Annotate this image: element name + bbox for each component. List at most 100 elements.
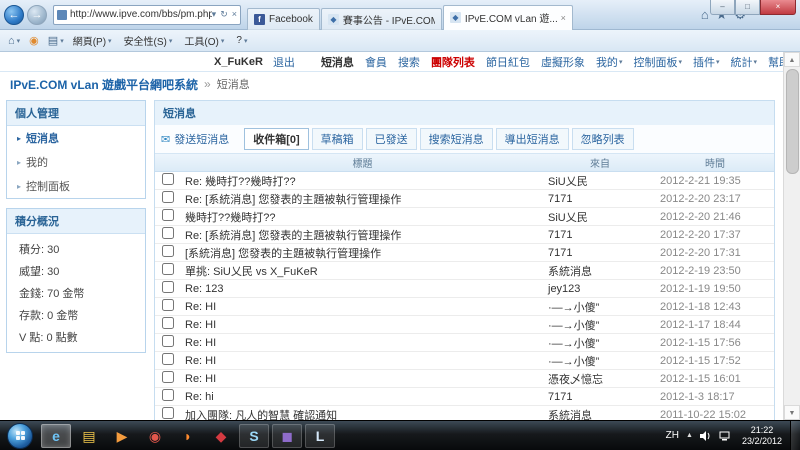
address-dropdown-icon[interactable]: ▾ [212,9,217,20]
sidebar-item[interactable]: ▸ 短消息 [7,126,145,150]
stop-icon[interactable]: × [232,9,237,20]
row-checkbox[interactable] [162,209,174,221]
command-menu[interactable]: 工具(O) ▾ [184,33,224,48]
nav-item[interactable]: 虛擬形象 ▾ [541,54,585,70]
site-title[interactable]: IPvE.COM vLan 遊戲平台網吧系統 [10,76,198,93]
row-checkbox[interactable] [162,371,174,383]
show-hidden-icons[interactable]: ▲ [686,432,693,439]
nav-item[interactable]: 統計 ▾ [730,54,757,70]
chrome-icon[interactable]: ◉ [140,424,170,448]
nav-item[interactable]: 節日紅包 ▾ [486,54,530,70]
logout-link[interactable]: 退出 [273,54,295,70]
wmp-icon[interactable]: ▶ [107,424,137,448]
row-checkbox[interactable] [162,173,174,185]
message-row[interactable]: Re: HI ·—→小傻” 2012-1-15 17:52 [155,352,774,370]
message-row[interactable]: 加入團隊: 凡人的智慧 確認通知 系統消息 2011-10-22 15:02 [155,406,774,420]
home-menu-icon[interactable]: ⌂▾ [8,35,20,47]
home-icon[interactable]: ⌂ [701,7,709,22]
command-menu[interactable]: 網頁(P) ▾ [73,33,112,48]
message-tab[interactable]: 搜索短消息 [420,128,493,150]
nav-item[interactable]: 我的 ▾ [596,54,623,70]
app-purple-icon[interactable]: ◼ [272,424,302,448]
scrollbar-thumb[interactable] [786,69,799,174]
row-checkbox[interactable] [162,407,174,419]
message-title-link[interactable]: Re: [系統消息] 您發表的主題被執行管理操作 [181,227,544,243]
row-checkbox[interactable] [162,317,174,329]
message-row[interactable]: Re: 123 jey123 2012-1-19 19:50 [155,280,774,298]
row-checkbox[interactable] [162,389,174,401]
message-row[interactable]: Re: hi 7171 2012-1-3 18:17 [155,388,774,406]
explorer-icon[interactable]: ▤ [74,424,104,448]
message-row[interactable]: 幾時打??幾時打?? SiU乂民 2012-2-20 21:46 [155,208,774,226]
skype-icon[interactable]: S [239,424,269,448]
row-checkbox[interactable] [162,245,174,257]
tab-close-icon[interactable]: × [561,13,566,23]
row-checkbox[interactable] [162,227,174,239]
message-row[interactable]: Re: HI ·—→小傻” 2012-1-17 18:44 [155,316,774,334]
volume-icon[interactable] [700,431,712,441]
lol-icon[interactable]: L [305,424,335,448]
language-indicator[interactable]: ZH [666,430,679,441]
message-title-link[interactable]: Re: [系統消息] 您發表的主題被執行管理操作 [181,191,544,207]
message-title-link[interactable]: Re: HI [181,301,544,313]
maximize-button[interactable]: □ [735,0,760,15]
nav-item[interactable]: 短消息 ▾ [321,54,354,70]
row-checkbox[interactable] [162,191,174,203]
vertical-scrollbar[interactable]: ▲ ▼ [783,52,800,420]
message-row[interactable]: Re: HI 憑夜乄憶忘 2012-1-15 16:01 [155,370,774,388]
show-desktop-button[interactable] [790,421,800,450]
message-title-link[interactable]: Re: HI [181,337,544,349]
message-title-link[interactable]: Re: HI [181,319,544,331]
message-tab[interactable]: 草稿箱 [312,128,363,150]
sidebar-item[interactable]: ▸ 控制面板 [7,174,145,198]
message-tab[interactable]: 導出短消息 [496,128,569,150]
command-menu[interactable]: ? ▾ [236,33,247,48]
minimize-button[interactable]: – [710,0,735,15]
message-title-link[interactable]: 單挑: SiU乂民 vs X_FuKeR [181,263,544,279]
nav-item[interactable]: 插件 ▾ [693,54,720,70]
message-title-link[interactable]: 幾時打??幾時打?? [181,209,544,225]
browser-tab[interactable]: ◆ 賽事公告 - IPvE.COM v... × [321,8,442,30]
scroll-down-icon[interactable]: ▼ [784,405,800,420]
row-checkbox[interactable] [162,281,174,293]
nav-item[interactable]: 團隊列表 ▾ [431,54,475,70]
row-checkbox[interactable] [162,299,174,311]
network-icon[interactable] [719,431,731,441]
browser-tab[interactable]: ◆ IPvE.COM vLan 遊... × [443,5,573,30]
row-checkbox[interactable] [162,263,174,275]
print-icon[interactable]: ▤▾ [48,34,64,47]
message-title-link[interactable]: [系統消息] 您發表的主題被執行管理操作 [181,245,544,261]
message-tab[interactable]: 忽略列表 [572,128,634,150]
feeds-icon[interactable]: ◉ [29,34,39,47]
url-text[interactable]: http://www.ipve.com/bbs/pm.php [70,9,212,20]
message-row[interactable]: 單挑: SiU乂民 vs X_FuKeR 系統消息 2012-2-19 23:5… [155,262,774,280]
message-title-link[interactable]: Re: hi [181,391,544,403]
forward-icon[interactable]: → [27,5,47,25]
firefox-icon[interactable]: ◗ [173,424,203,448]
start-button[interactable] [7,423,33,449]
app-red-icon[interactable]: ◆ [206,424,236,448]
message-tab[interactable]: 收件箱[0] [244,128,308,150]
refresh-icon[interactable]: ↻ [220,9,228,20]
close-button[interactable]: × [760,0,796,15]
message-row[interactable]: Re: HI ·—→小傻” 2012-1-18 12:43 [155,298,774,316]
message-title-link[interactable]: Re: 幾時打??幾時打?? [181,173,544,189]
scroll-up-icon[interactable]: ▲ [784,52,800,67]
message-row[interactable]: Re: HI ·—→小傻” 2012-1-15 17:56 [155,334,774,352]
command-menu[interactable]: 安全性(S) ▾ [124,33,173,48]
nav-item[interactable]: 會員 ▾ [365,54,387,70]
nav-item[interactable]: 搜索 ▾ [398,54,420,70]
clock[interactable]: 21:22 23/2/2012 [738,425,786,447]
message-row[interactable]: Re: [系統消息] 您發表的主題被執行管理操作 7171 2012-2-20 … [155,226,774,244]
nav-item[interactable]: 控制面板 ▾ [633,54,682,70]
row-checkbox[interactable] [162,335,174,347]
message-title-link[interactable]: Re: HI [181,373,544,385]
message-title-link[interactable]: Re: 123 [181,283,544,295]
address-bar[interactable]: http://www.ipve.com/bbs/pm.php ▾ ↻ × [53,5,241,25]
sidebar-item[interactable]: ▸ 我的 [7,150,145,174]
message-title-link[interactable]: 加入團隊: 凡人的智慧 確認通知 [181,407,544,421]
compose-link[interactable]: ✉ 發送短消息 [161,131,229,147]
message-row[interactable]: [系統消息] 您發表的主題被執行管理操作 7171 2012-2-20 17:3… [155,244,774,262]
back-icon[interactable]: ← [4,5,24,25]
row-checkbox[interactable] [162,353,174,365]
